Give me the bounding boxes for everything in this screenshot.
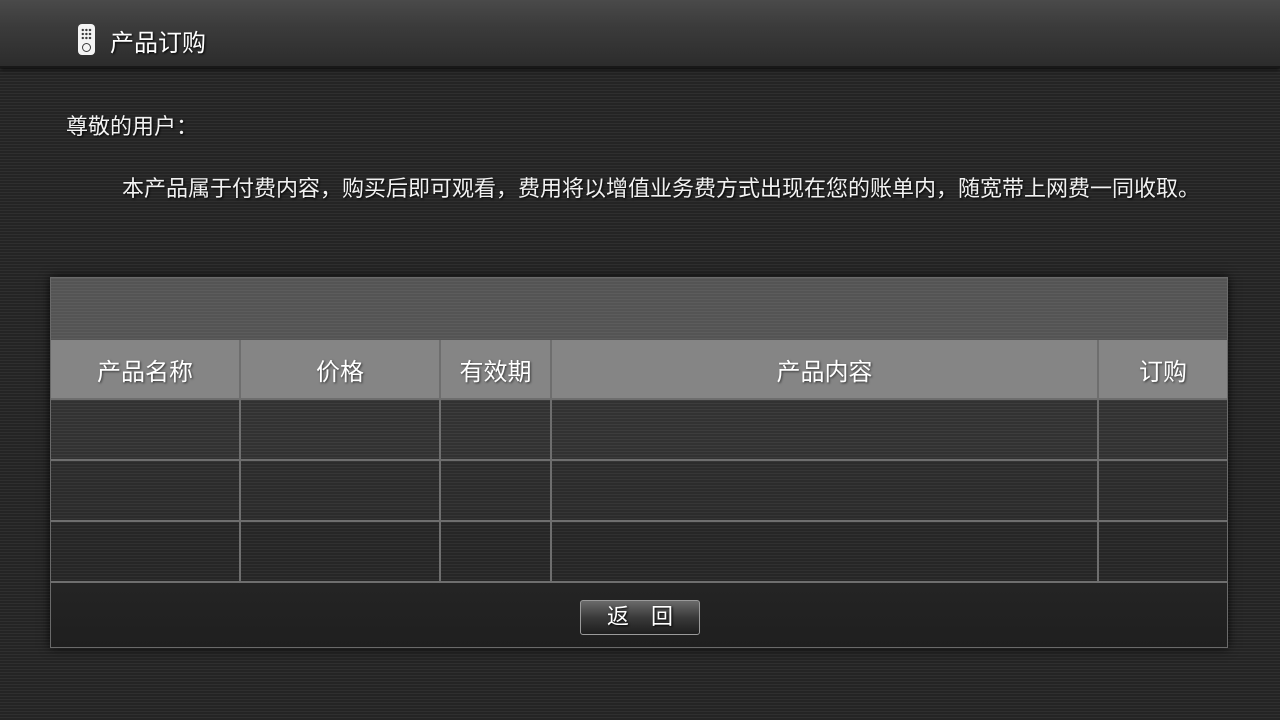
table-row[interactable] xyxy=(51,520,1227,583)
cell-product-content xyxy=(550,459,1099,522)
cell-price xyxy=(239,459,441,522)
column-header-price: 价格 xyxy=(239,340,441,400)
column-header-order: 订购 xyxy=(1097,340,1227,400)
table-row[interactable] xyxy=(51,459,1227,522)
cell-product-name xyxy=(51,520,241,583)
notice-message: 本产品属于付费内容，购买后即可观看，费用将以增值业务费方式出现在您的账单内，随宽… xyxy=(122,177,1201,202)
cell-order[interactable] xyxy=(1097,520,1227,583)
cell-validity xyxy=(439,398,552,461)
cell-product-content xyxy=(550,398,1099,461)
cell-price xyxy=(239,398,441,461)
column-header-product-content: 产品内容 xyxy=(550,340,1099,400)
cell-product-name xyxy=(51,398,241,461)
remote-control-icon xyxy=(78,24,95,55)
cell-order[interactable] xyxy=(1097,459,1227,522)
table-row[interactable] xyxy=(51,398,1227,461)
cell-order[interactable] xyxy=(1097,398,1227,461)
cell-product-content xyxy=(550,520,1099,583)
back-button[interactable]: 返 回 xyxy=(580,600,700,635)
greeting-text: 尊敬的用户： xyxy=(66,115,199,140)
cell-product-name xyxy=(51,459,241,522)
cell-price xyxy=(239,520,441,583)
column-header-product-name: 产品名称 xyxy=(51,340,241,400)
column-header-validity: 有效期 xyxy=(439,340,552,400)
product-table-panel: 产品名称 价格 有效期 产品内容 订购 返 回 xyxy=(50,277,1228,648)
panel-header-bar xyxy=(51,278,1227,341)
product-table: 产品名称 价格 有效期 产品内容 订购 xyxy=(51,340,1227,583)
table-header-row: 产品名称 价格 有效期 产品内容 订购 xyxy=(51,340,1227,400)
cell-validity xyxy=(439,459,552,522)
page-title: 产品订购 xyxy=(110,29,206,57)
cell-validity xyxy=(439,520,552,583)
title-bar: 产品订购 xyxy=(0,0,1280,68)
